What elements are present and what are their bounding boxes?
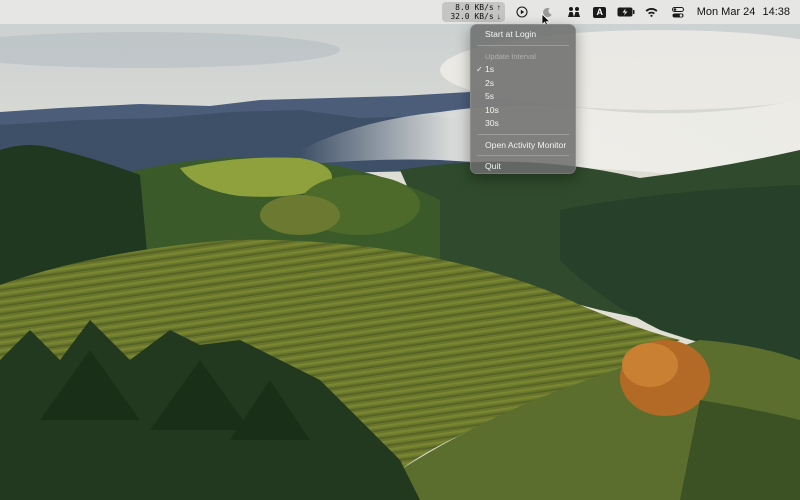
checkmark-icon: ✓ <box>476 65 483 74</box>
menu-bar: 8.0 KB/s 32.0 KB/s ↑ ↓ A Mon Mar 24 14:3… <box>0 0 800 24</box>
start-at-login-label: Start at Login <box>485 29 537 39</box>
open-activity-monitor-item[interactable]: Open Activity Monitor <box>470 139 576 153</box>
menu-bar-clock[interactable]: Mon Mar 24 14:38 <box>697 6 790 18</box>
menu-separator <box>477 44 569 46</box>
people-icon[interactable] <box>565 3 583 21</box>
wifi-icon[interactable] <box>643 3 661 21</box>
menu-separator <box>477 155 569 156</box>
update-interval-header: Update Interval <box>485 51 536 61</box>
interval-option-5s[interactable]: 5s <box>470 90 576 104</box>
quit-item[interactable]: Quit <box>470 160 576 174</box>
upload-arrow-icon: ↑ <box>496 3 501 12</box>
download-speed: 32.0 KB/s <box>450 12 494 21</box>
desktop-wallpaper <box>0 0 800 500</box>
interval-option-1s[interactable]: ✓ 1s <box>470 63 576 77</box>
clock-date: Mon Mar 24 <box>696 6 756 18</box>
control-center-icon[interactable] <box>669 3 687 21</box>
interval-option-10s[interactable]: 10s <box>470 104 576 118</box>
network-monitor-menu: Start at Login Update Interval ✓ 1s 2s 5… <box>470 24 576 174</box>
interval-option-2s[interactable]: 2s <box>470 77 576 91</box>
clock-time: 14:38 <box>762 6 790 18</box>
input-source-label: A <box>593 6 607 18</box>
interval-option-30s[interactable]: 30s <box>470 117 576 131</box>
upload-speed: 8.0 KB/s <box>455 3 494 12</box>
battery-icon[interactable] <box>617 3 635 21</box>
network-speed-status-item[interactable]: 8.0 KB/s 32.0 KB/s ↑ ↓ <box>442 2 505 22</box>
menu-separator <box>477 133 569 135</box>
input-source-icon[interactable]: A <box>591 3 609 21</box>
play-circle-icon[interactable] <box>513 3 531 21</box>
download-arrow-icon: ↓ <box>496 12 501 21</box>
start-at-login-item[interactable]: Start at Login <box>470 28 576 42</box>
